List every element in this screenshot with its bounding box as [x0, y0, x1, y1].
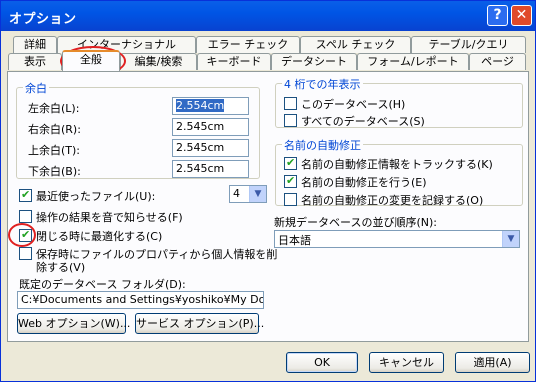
top-margin-label: 上余白(T): — [28, 144, 81, 157]
title-bar: オプション ? ✕ — [1, 1, 535, 31]
sound-feedback-checkbox[interactable] — [19, 210, 32, 223]
recent-files-label: 最近使ったファイル(U): — [36, 190, 156, 203]
right-margin-label: 右余白(R): — [28, 123, 81, 136]
tab-spell-check[interactable]: スペル チェック — [300, 36, 411, 53]
four-digit-all-db-label: すべてのデータベース(S) — [301, 115, 425, 128]
track-autocorrect-checkbox[interactable] — [284, 156, 297, 170]
left-margin-field[interactable]: 2.554cm — [172, 97, 249, 115]
perform-autocorrect-checkbox[interactable] — [284, 174, 297, 188]
annotation-circle-checkbox — [8, 223, 36, 247]
bottom-margin-label: 下余白(B): — [28, 165, 81, 178]
tab-forms-reports[interactable]: フォーム/レポート — [357, 53, 469, 70]
tab-general[interactable]: 全般 — [62, 50, 120, 71]
web-options-button[interactable]: Web オプション(W)... — [17, 313, 130, 334]
margins-group-title: 余白 — [23, 80, 49, 96]
help-button[interactable]: ? — [487, 5, 508, 26]
recent-files-dropdown[interactable]: 4 ▼ — [229, 185, 267, 203]
apply-button[interactable]: 適用(A) — [455, 352, 530, 373]
top-margin-field[interactable]: 2.545cm — [172, 139, 249, 157]
compact-on-close-label: 閉じる時に最適化する(C) — [36, 230, 163, 243]
recent-files-value: 4 — [233, 187, 240, 200]
four-digit-year-title: 4 桁での年表示 — [282, 76, 363, 92]
service-options-button[interactable]: サービス オプション(P)... — [135, 313, 264, 334]
bottom-margin-field[interactable]: 2.545cm — [172, 160, 249, 178]
tab-edit-find[interactable]: 編集/検索 — [120, 53, 197, 70]
close-button[interactable]: ✕ — [511, 5, 532, 26]
recent-files-checkbox[interactable] — [19, 188, 32, 202]
four-digit-all-db-checkbox[interactable] — [284, 114, 297, 127]
left-margin-label: 左余白(L): — [28, 102, 80, 115]
right-margin-field[interactable]: 2.545cm — [172, 118, 249, 136]
tab-pages[interactable]: ページ — [469, 53, 526, 70]
four-digit-this-db-label: このデータベース(H) — [301, 98, 406, 111]
default-folder-label: 既定のデータベース フォルダ(D): — [19, 278, 186, 291]
default-folder-field[interactable]: C:¥Documents and Settings¥yoshiko¥My Doc… — [17, 291, 264, 309]
tab-details[interactable]: 詳細 — [13, 36, 57, 53]
remove-personal-info-checkbox[interactable] — [19, 247, 32, 260]
log-autocorrect-checkbox[interactable] — [284, 193, 297, 206]
sort-order-dropdown[interactable]: 日本語 ▼ — [274, 230, 520, 248]
cancel-button[interactable]: キャンセル — [369, 352, 444, 373]
tab-table-query[interactable]: テーブル/クエリ — [411, 36, 526, 53]
perform-autocorrect-label: 名前の自動修正を行う(E) — [301, 176, 427, 189]
remove-personal-info-label-2: 除する(V) — [36, 261, 86, 274]
name-autocorrect-title: 名前の自動修正 — [282, 137, 363, 153]
sound-feedback-label: 操作の結果を音で知らせる(F) — [36, 211, 183, 224]
options-dialog: オプション ? ✕ 詳細 インターナショナル エラー チェック スペル チェック… — [0, 0, 536, 382]
four-digit-this-db-checkbox[interactable] — [284, 97, 297, 110]
close-icon: ✕ — [515, 7, 528, 23]
log-autocorrect-label: 名前の自動修正の変更を記録する(O) — [301, 194, 484, 207]
help-icon: ? — [493, 7, 502, 23]
sort-order-label: 新規データベースの並び順序(N): — [274, 216, 437, 229]
chevron-down-icon[interactable]: ▼ — [249, 186, 266, 202]
tab-view[interactable]: 表示 — [8, 53, 62, 70]
window-title: オプション — [9, 12, 77, 27]
tab-panel-general: 余白 左余白(L): 2.554cm 右余白(R): 2.545cm 上余白(T… — [7, 71, 529, 342]
sort-order-value: 日本語 — [278, 234, 311, 247]
tab-error-check[interactable]: エラー チェック — [196, 36, 300, 53]
ok-button[interactable]: OK — [286, 352, 358, 373]
chevron-down-icon[interactable]: ▼ — [502, 231, 519, 247]
tab-keyboard[interactable]: キーボード — [197, 53, 271, 70]
tab-datasheet[interactable]: データシート — [271, 53, 357, 70]
track-autocorrect-label: 名前の自動修正情報をトラックする(K) — [301, 158, 493, 171]
